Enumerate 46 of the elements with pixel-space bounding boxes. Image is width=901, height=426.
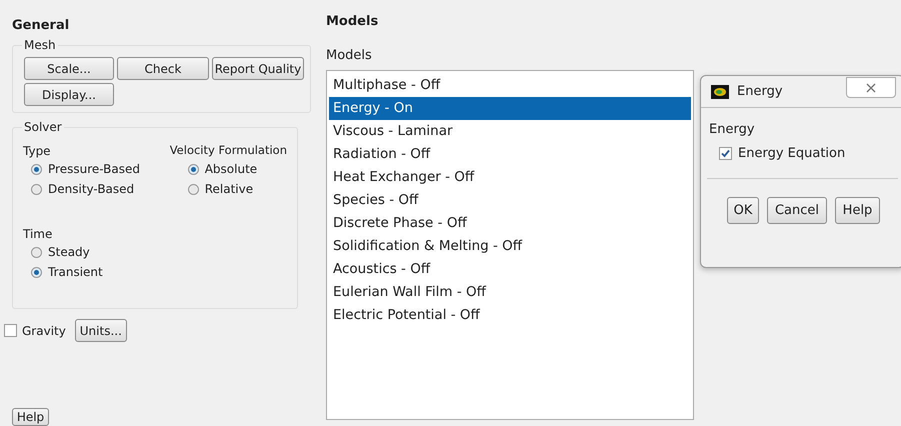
panel-title: Models [326,13,380,31]
checkbox[interactable] [719,146,732,160]
list-item[interactable]: Acoustics - Off [329,258,691,281]
radio-label: Transient [48,264,103,281]
list-item[interactable]: Energy - On [329,97,691,120]
button[interactable]: Display... [24,83,114,106]
button[interactable]: Units... [74,319,127,342]
window-title: Energy [737,82,783,101]
radio-label: Density-Based [48,181,134,198]
button[interactable]: Help [12,408,49,426]
app-icon [711,84,729,98]
button[interactable]: Help [835,197,880,224]
list-item[interactable]: Radiation - Off [329,143,691,166]
list-label: Models [326,47,373,64]
list-item[interactable]: Discrete Phase - Off [329,212,691,235]
checkbox-label: Gravity [22,322,66,340]
checkbox-label: Energy Equation [738,144,846,162]
section-title: General [12,17,70,34]
radio-button[interactable] [31,266,42,278]
checkbox[interactable] [4,324,17,337]
field-label: Velocity Formulation [170,142,287,159]
list-item[interactable]: Multiphase - Off [329,74,691,97]
button[interactable]: Cancel [767,197,827,224]
button[interactable]: Check [117,57,209,80]
list-item[interactable]: Species - Off [329,189,691,212]
radio-button[interactable] [31,246,42,258]
field-label: Time [23,226,54,242]
list-item[interactable]: Eulerian Wall Film - Off [329,281,691,304]
radio-label: Relative [204,181,254,198]
radio-button[interactable] [31,184,42,194]
list-item[interactable]: Viscous - Laminar [329,120,691,143]
button[interactable]: OK [727,197,759,224]
group-label: Energy [708,121,756,139]
radio-button[interactable] [188,164,199,174]
close-icon [866,82,876,92]
button[interactable]: Report Quality [212,57,304,80]
radio-button[interactable] [188,184,199,194]
list-item[interactable]: Solidification & Melting - Off [329,235,691,258]
radio-label: Pressure-Based [48,161,140,178]
button[interactable]: Scale... [24,57,114,80]
list-item[interactable]: Heat Exchanger - Off [329,166,691,189]
radio-label: Absolute [204,161,258,178]
list-item[interactable]: Electric Potential - Off [329,304,691,327]
close-button[interactable] [846,77,896,98]
radio-button[interactable] [31,164,42,174]
radio-label: Steady [48,244,90,261]
